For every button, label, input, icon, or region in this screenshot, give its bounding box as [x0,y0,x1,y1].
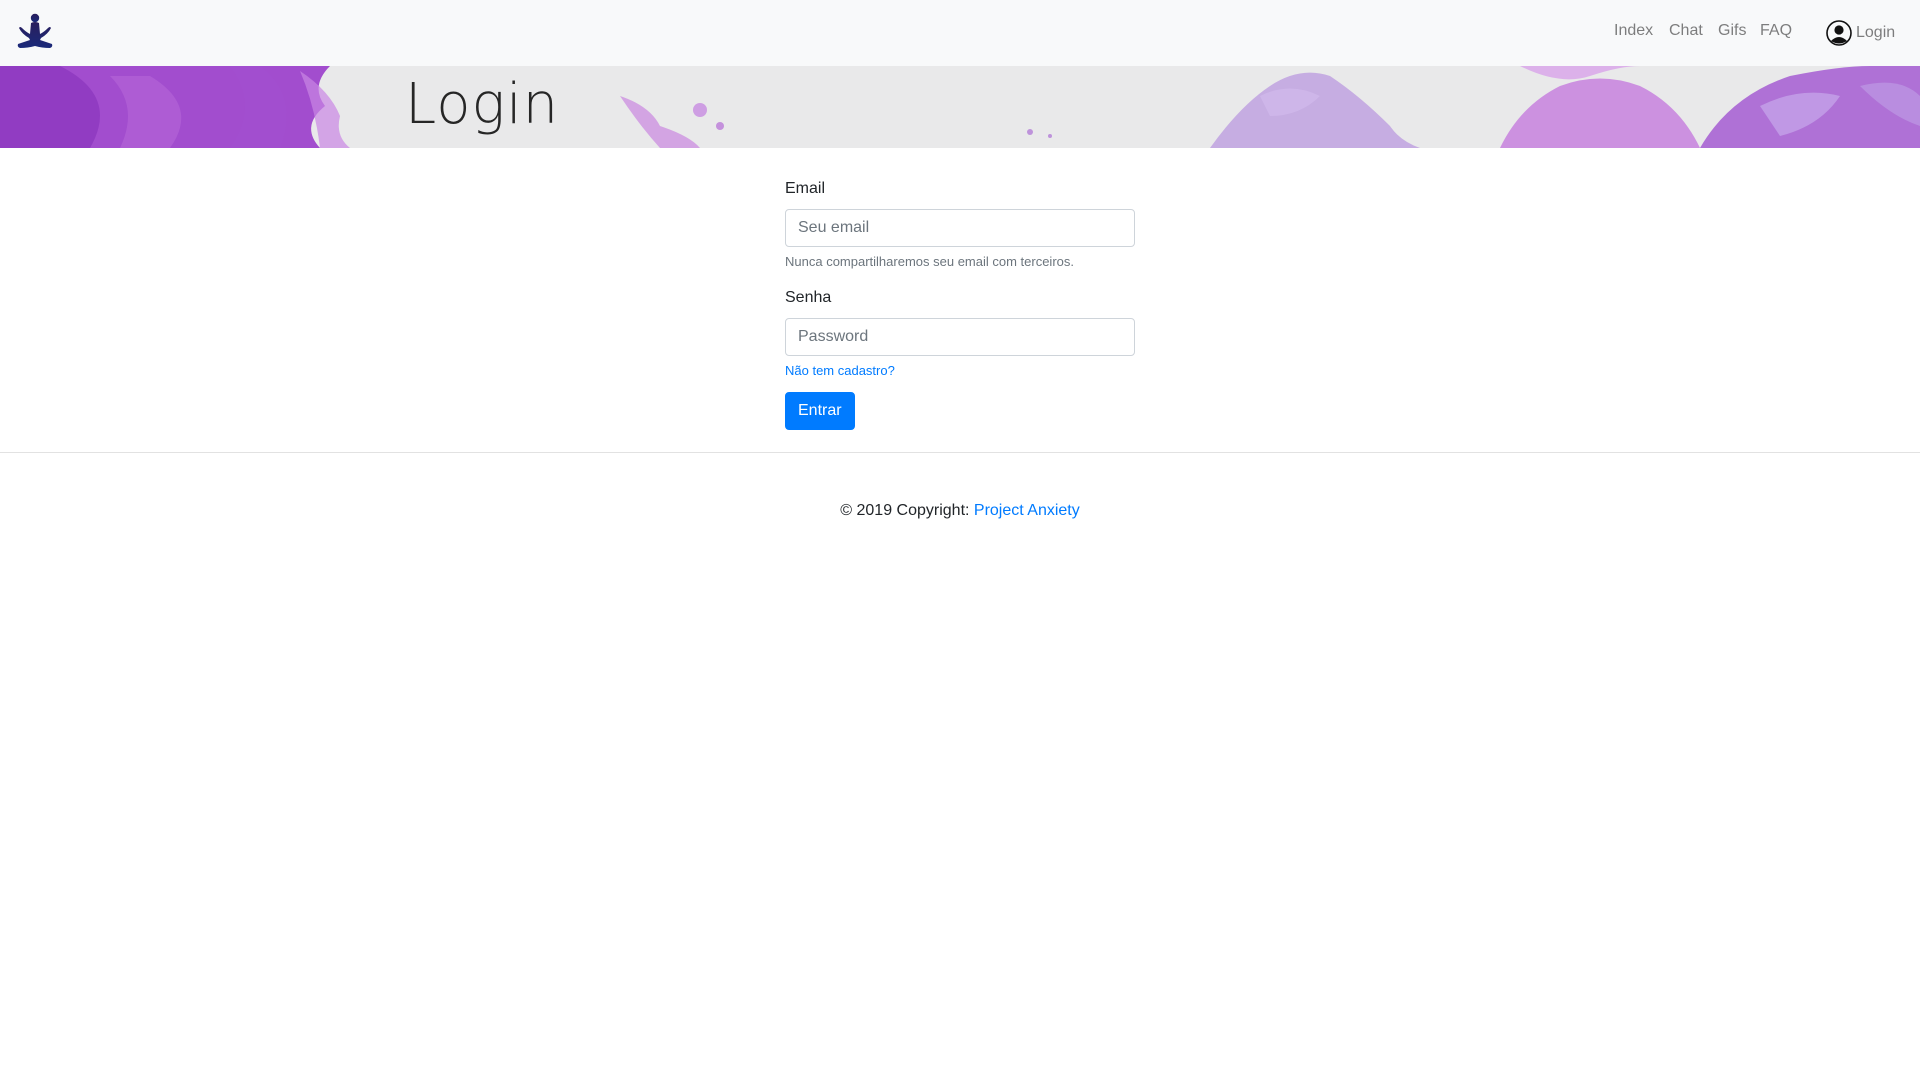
email-help-text: Nunca compartilharemos seu email com ter… [785,254,1074,269]
login-form: Email Nunca compartilharemos seu email c… [785,180,1135,430]
nav-login-label: Login [1856,24,1896,41]
project-anxiety-link[interactable]: Project Anxiety [974,502,1080,519]
watercolor-background [0,66,1920,148]
copyright-text: © 2019 Copyright: [840,502,974,519]
navbar: Index Chat Gifs FAQ Login [0,0,1920,66]
footer: © 2019 Copyright: Project Anxiety [0,502,1920,520]
email-field[interactable] [785,209,1135,247]
meditation-figure-icon[interactable] [16,12,54,54]
password-field[interactable] [785,318,1135,356]
submit-button[interactable]: Entrar [785,392,855,430]
user-circle-icon [1826,20,1852,46]
email-label: Email [785,180,826,197]
nav-link-faq[interactable]: FAQ [1760,22,1792,40]
page-title: Login [405,72,560,137]
nav-login-link[interactable]: Login [1826,20,1895,46]
nav-link-gifs[interactable]: Gifs [1718,22,1746,40]
hero-banner: Login [0,66,1920,148]
footer-divider [0,452,1920,453]
password-label: Senha [785,289,832,306]
nav-link-chat[interactable]: Chat [1669,22,1703,40]
nav-link-index[interactable]: Index [1614,22,1653,40]
register-link[interactable]: Não tem cadastro? [785,363,1135,378]
